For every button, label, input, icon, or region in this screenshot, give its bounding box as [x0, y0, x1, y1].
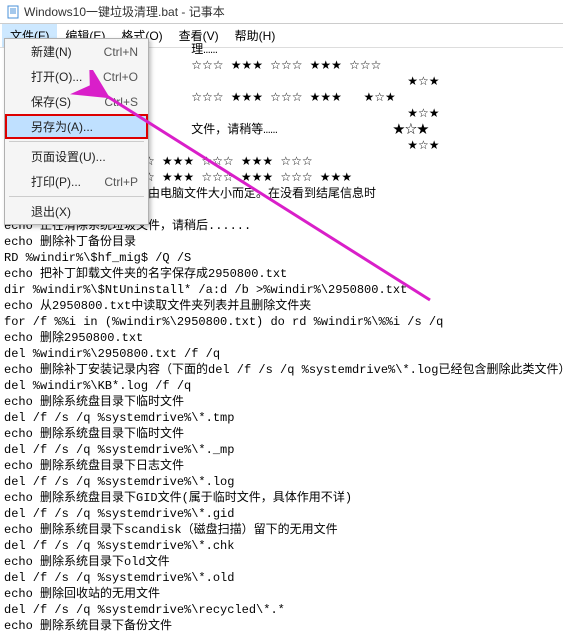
menu-separator [9, 141, 144, 142]
menu-item-page-setup[interactable]: 页面设置(U)... [5, 144, 148, 169]
window-title: Windows10一键垃圾清理.bat - 记事本 [24, 3, 225, 20]
menu-item-open[interactable]: 打开(O)... Ctrl+O [5, 64, 148, 89]
file-dropdown: 新建(N) Ctrl+N 打开(O)... Ctrl+O 保存(S) Ctrl+… [4, 38, 149, 225]
notepad-icon [6, 5, 20, 19]
menu-item-label: 页面设置(U)... [31, 148, 106, 165]
menu-item-shortcut: Ctrl+O [103, 70, 138, 84]
menu-item-label: 新建(N) [31, 43, 72, 60]
menu-item-exit[interactable]: 退出(X) [5, 199, 148, 224]
menu-item-saveas[interactable]: 另存为(A)... [5, 114, 148, 139]
menu-item-shortcut: Ctrl+P [104, 175, 138, 189]
menu-item-shortcut: Ctrl+N [104, 45, 138, 59]
menu-item-label: 打开(O)... [31, 68, 82, 85]
menu-item-label: 另存为(A)... [31, 118, 93, 135]
menu-item-shortcut: Ctrl+S [104, 95, 138, 109]
menu-item-label: 保存(S) [31, 93, 71, 110]
menu-item-label: 打印(P)... [31, 173, 81, 190]
menu-item-save[interactable]: 保存(S) Ctrl+S [5, 89, 148, 114]
menu-separator [9, 196, 144, 197]
menu-item-new[interactable]: 新建(N) Ctrl+N [5, 39, 148, 64]
window-titlebar: Windows10一键垃圾清理.bat - 记事本 [0, 0, 563, 24]
menu-item-label: 退出(X) [31, 203, 71, 220]
menu-item-print[interactable]: 打印(P)... Ctrl+P [5, 169, 148, 194]
